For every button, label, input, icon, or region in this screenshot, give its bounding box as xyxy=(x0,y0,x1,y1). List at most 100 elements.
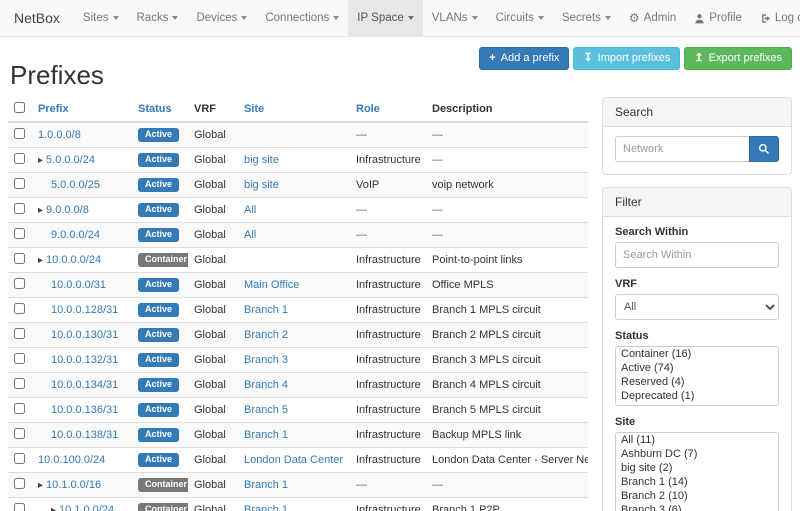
prefix-link[interactable]: 10.0.0.132/31 xyxy=(51,354,118,366)
row-checkbox[interactable] xyxy=(14,378,25,389)
search-input[interactable] xyxy=(615,136,749,162)
search-within-input[interactable] xyxy=(615,242,779,268)
prefix-link[interactable]: 5.0.0.0/24 xyxy=(46,154,95,166)
column-header-prefix[interactable]: Prefix xyxy=(32,97,132,122)
row-checkbox[interactable] xyxy=(14,403,25,414)
nav-admin[interactable]: ⚙Admin xyxy=(620,0,685,36)
column-label: Description xyxy=(432,103,493,115)
prefix-link[interactable]: 10.0.0.128/31 xyxy=(51,304,118,316)
prefix-link[interactable]: 10.0.0.0/24 xyxy=(46,254,101,266)
status-filter-option[interactable]: Deprecated (1) xyxy=(616,389,778,403)
status-filter-option[interactable]: Active (74) xyxy=(616,361,778,375)
row-checkbox[interactable] xyxy=(14,328,25,339)
site-filter-option[interactable]: Branch 3 (6) xyxy=(616,503,778,511)
vrf-cell: Global xyxy=(188,373,238,398)
nav-item-vlans[interactable]: VLANs xyxy=(423,0,487,36)
status-badge: Active xyxy=(138,403,179,417)
column-header-status[interactable]: Status xyxy=(132,97,188,122)
row-checkbox[interactable] xyxy=(14,428,25,439)
site-filter-option[interactable]: Branch 1 (14) xyxy=(616,475,778,489)
prefix-link[interactable]: 10.1.0.0/24 xyxy=(59,504,114,511)
prefix-link[interactable]: 9.0.0.0/24 xyxy=(51,229,100,241)
site-link[interactable]: All xyxy=(244,204,256,216)
status-badge: Active xyxy=(138,153,179,167)
prefix-link[interactable]: 10.0.100.0/24 xyxy=(38,454,105,466)
row-checkbox[interactable] xyxy=(14,453,25,464)
nav-log-out[interactable]: Log out xyxy=(751,0,800,36)
site-link[interactable]: All xyxy=(244,229,256,241)
prefix-link[interactable]: 10.0.0.130/31 xyxy=(51,329,118,341)
site-link[interactable]: Main Office xyxy=(244,279,299,291)
prefix-link[interactable]: 9.0.0.0/8 xyxy=(46,204,89,216)
prefix-link[interactable]: 1.0.0.0/8 xyxy=(38,129,81,141)
status-filter-option[interactable]: Reserved (4) xyxy=(616,375,778,389)
status-badge: Active xyxy=(138,178,179,192)
app-brand[interactable]: NetBox xyxy=(8,0,74,36)
site-link[interactable]: Branch 3 xyxy=(244,354,288,366)
row-checkbox[interactable] xyxy=(14,478,25,489)
nav-item-devices[interactable]: Devices xyxy=(187,0,256,36)
prefix-link[interactable]: 10.0.0.134/31 xyxy=(51,379,118,391)
status-cell: Active xyxy=(132,298,188,323)
nav-item-circuits[interactable]: Circuits xyxy=(487,0,553,36)
prefix-link[interactable]: 10.0.0.0/31 xyxy=(51,279,106,291)
nav-profile[interactable]: Profile xyxy=(685,0,751,36)
row-checkbox[interactable] xyxy=(14,228,25,239)
description-cell: Branch 4 MPLS circuit xyxy=(426,373,588,398)
site-link[interactable]: big site xyxy=(244,154,279,166)
vrf-select[interactable]: All xyxy=(615,294,779,320)
select-all-checkbox[interactable] xyxy=(14,102,25,113)
row-checkbox[interactable] xyxy=(14,303,25,314)
nav-item-secrets[interactable]: Secrets xyxy=(553,0,620,36)
nav-item-ip-space[interactable]: IP Space xyxy=(348,0,422,36)
search-button[interactable] xyxy=(749,136,779,162)
status-cell: Active xyxy=(132,348,188,373)
column-header-site[interactable]: Site xyxy=(238,97,350,122)
prefix-link[interactable]: 10.0.0.138/31 xyxy=(51,429,118,441)
site-link[interactable]: Branch 1 xyxy=(244,304,288,316)
row-checkbox[interactable] xyxy=(14,203,25,214)
row-checkbox[interactable] xyxy=(14,128,25,139)
site-link[interactable]: Branch 5 xyxy=(244,404,288,416)
prefix-link[interactable]: 5.0.0.0/25 xyxy=(51,179,100,191)
vrf-cell: Global xyxy=(188,423,238,448)
row-checkbox[interactable] xyxy=(14,253,25,264)
site-filter-option[interactable]: Branch 2 (10) xyxy=(616,489,778,503)
site-link[interactable]: Branch 1 xyxy=(244,504,288,511)
column-header-role[interactable]: Role xyxy=(350,97,426,122)
table-row: 10.0.0.132/31ActiveGlobalBranch 3Infrast… xyxy=(8,348,588,373)
status-cell: Active xyxy=(132,423,188,448)
status-cell: Active xyxy=(132,373,188,398)
role-cell: Infrastructure xyxy=(350,398,426,423)
site-filter-list[interactable]: All (11)Ashburn DC (7)big site (2)Branch… xyxy=(615,432,779,511)
site-link[interactable]: Branch 1 xyxy=(244,429,288,441)
site-link[interactable]: Branch 2 xyxy=(244,329,288,341)
status-filter-option[interactable]: Container (16) xyxy=(616,347,778,361)
site-link[interactable]: big site xyxy=(244,179,279,191)
row-checkbox[interactable] xyxy=(14,503,25,511)
row-checkbox-cell xyxy=(8,298,32,323)
row-checkbox[interactable] xyxy=(14,153,25,164)
import-prefixes-button[interactable]: ↧Import prefixes xyxy=(573,47,680,70)
nav-item-sites[interactable]: Sites xyxy=(74,0,128,36)
status-cell: Active xyxy=(132,273,188,298)
prefix-link[interactable]: 10.0.0.136/31 xyxy=(51,404,118,416)
site-filter-option[interactable]: Ashburn DC (7) xyxy=(616,447,778,461)
nav-item-connections[interactable]: Connections xyxy=(256,0,348,36)
site-filter-option[interactable]: All (11) xyxy=(616,433,778,447)
plus-icon: + xyxy=(489,53,495,64)
row-checkbox[interactable] xyxy=(14,353,25,364)
site-link[interactable]: London Data Center xyxy=(244,454,343,466)
site-link[interactable]: Branch 4 xyxy=(244,379,288,391)
prefix-link[interactable]: 10.1.0.0/16 xyxy=(46,479,101,491)
add-a-prefix-button[interactable]: +Add a prefix xyxy=(479,47,569,70)
status-filter-list[interactable]: Container (16)Active (74)Reserved (4)Dep… xyxy=(615,346,779,406)
nav-item-racks[interactable]: Racks xyxy=(128,0,188,36)
export-prefixes-button[interactable]: ↥Export prefixes xyxy=(684,47,792,70)
site-link[interactable]: Branch 1 xyxy=(244,479,288,491)
row-checkbox[interactable] xyxy=(14,178,25,189)
status-cell: Container xyxy=(132,248,188,273)
site-filter-option[interactable]: big site (2) xyxy=(616,461,778,475)
site-cell: Branch 4 xyxy=(238,373,350,398)
row-checkbox[interactable] xyxy=(14,278,25,289)
